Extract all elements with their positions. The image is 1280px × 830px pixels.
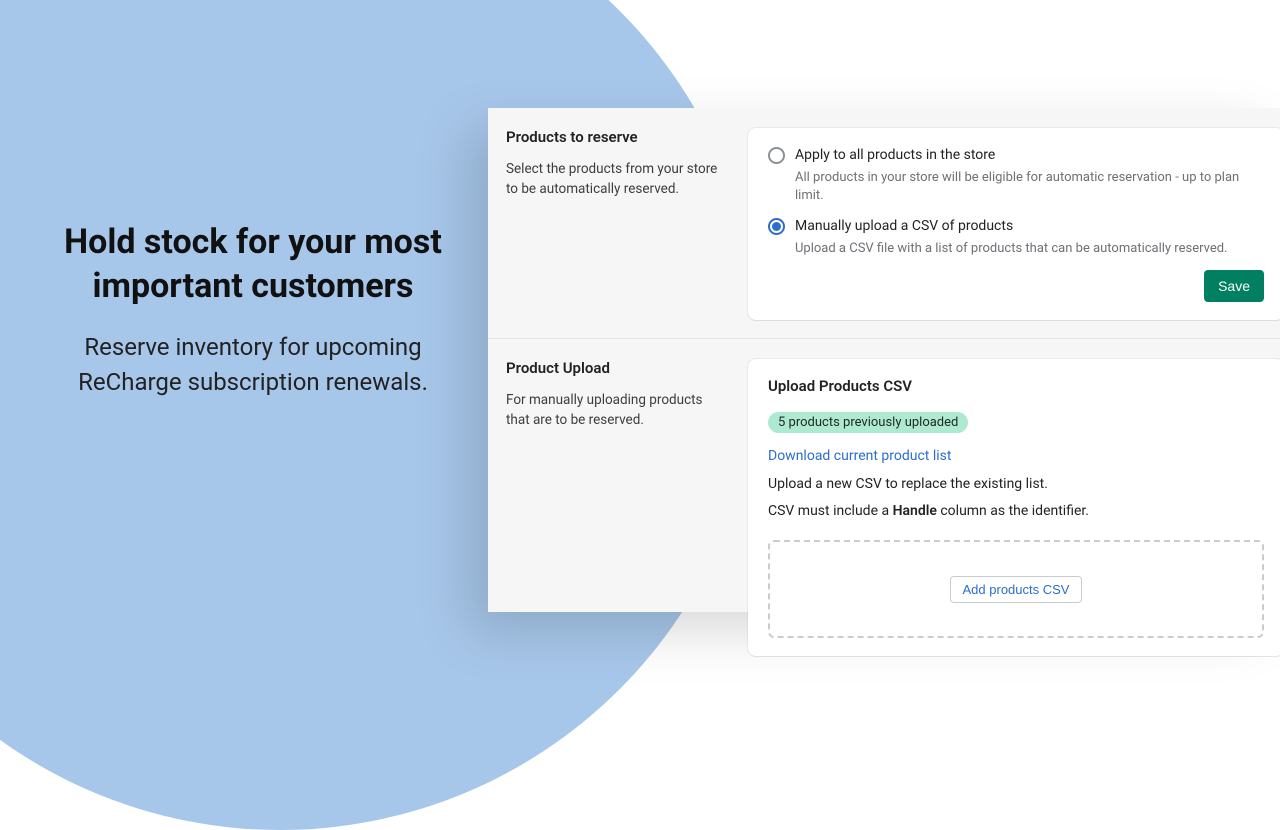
app-panel: Products to reserve Select the products …	[488, 108, 1280, 612]
reserve-options-card: Apply to all products in the store All p…	[748, 128, 1280, 320]
radio-icon	[768, 147, 785, 164]
add-products-csv-button[interactable]: Add products CSV	[950, 576, 1083, 603]
radio-upload-csv-label: Manually upload a CSV of products	[795, 217, 1013, 236]
replace-instruction: Upload a new CSV to replace the existing…	[768, 474, 1264, 495]
handle-instruction: CSV must include a Handle column as the …	[768, 501, 1264, 522]
csv-dropzone[interactable]: Add products CSV	[768, 540, 1264, 638]
section-left: Products to reserve Select the products …	[506, 128, 728, 320]
save-button[interactable]: Save	[1204, 270, 1264, 302]
headline-title: Hold stock for your most important custo…	[53, 220, 453, 308]
download-product-list-link[interactable]: Download current product list	[768, 448, 951, 464]
radio-upload-csv-sub: Upload a CSV file with a list of product…	[795, 240, 1264, 258]
section-products-to-reserve: Products to reserve Select the products …	[488, 108, 1280, 320]
upload-products-card: Upload Products CSV 5 products previousl…	[748, 359, 1280, 656]
section-left: Product Upload For manually uploading pr…	[506, 359, 728, 656]
headline-subtitle: Reserve inventory for upcoming ReCharge …	[53, 330, 453, 400]
radio-all-products-sub: All products in your store will be eligi…	[795, 169, 1264, 205]
handle-suffix: column as the identifier.	[937, 503, 1089, 519]
card-actions: Save	[768, 270, 1264, 302]
status-badge: 5 products previously uploaded	[768, 412, 968, 433]
section1-title: Products to reserve	[506, 128, 728, 146]
section2-description: For manually uploading products that are…	[506, 391, 728, 430]
headline-block: Hold stock for your most important custo…	[53, 220, 453, 400]
handle-prefix: CSV must include a	[768, 503, 893, 519]
handle-bold: Handle	[893, 503, 937, 519]
radio-all-products[interactable]: Apply to all products in the store	[768, 146, 1264, 165]
radio-icon	[768, 218, 785, 235]
upload-card-title: Upload Products CSV	[768, 377, 1264, 395]
section2-title: Product Upload	[506, 359, 728, 377]
radio-upload-csv[interactable]: Manually upload a CSV of products	[768, 217, 1264, 236]
section-product-upload: Product Upload For manually uploading pr…	[488, 339, 1280, 656]
radio-all-products-label: Apply to all products in the store	[795, 146, 995, 165]
section1-description: Select the products from your store to b…	[506, 160, 728, 199]
